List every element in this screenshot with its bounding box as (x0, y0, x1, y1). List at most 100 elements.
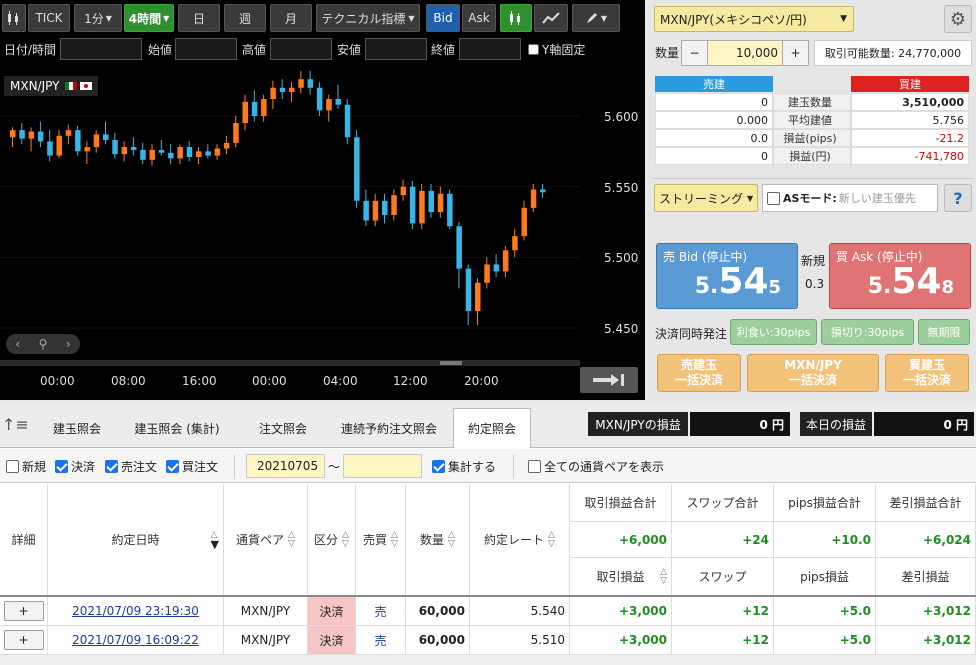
ask-button[interactable]: 買 Ask (停止中) 5.548 (829, 243, 971, 309)
sell-bulk-settle-button[interactable]: 売建玉 一括決済 (657, 354, 741, 392)
filter-buy-order[interactable]: 買注文 (166, 458, 218, 475)
sort-icon[interactable]: △ ▽ (448, 530, 455, 549)
filter-buy-order-checkbox[interactable] (166, 460, 179, 473)
col-pair[interactable]: 通貨ペア △ ▽ (224, 484, 308, 596)
line-chart-icon[interactable] (534, 4, 568, 32)
interval-1m-button[interactable]: 1分 ▼ (74, 4, 122, 32)
time-tick: 20:00 (464, 374, 499, 388)
sort-icon[interactable]: △ ▽ (342, 530, 349, 549)
help-icon[interactable]: ? (944, 184, 972, 212)
interval-month-button[interactable]: 月 (270, 4, 312, 32)
col-net: 差引損益 (876, 558, 976, 596)
candle (130, 137, 137, 156)
close-field[interactable] (459, 38, 521, 60)
execution-datetime-link[interactable]: 2021/07/09 23:19:30 (48, 597, 224, 626)
sort-icon[interactable]: △ ▼ (211, 530, 219, 550)
stop-loss-button[interactable]: 損切り:30pips (821, 319, 914, 345)
tab-positions-summary[interactable]: 建玉照会 (集計) (118, 409, 236, 447)
col-trade-pl[interactable]: 取引損益 △ ▽ (570, 558, 672, 596)
filter-new[interactable]: 新規 (6, 458, 46, 475)
open-field[interactable] (175, 38, 237, 60)
expand-button[interactable]: + (3, 630, 44, 650)
side-cell: 売 (356, 597, 406, 626)
qty-input[interactable]: 10,000 (708, 41, 782, 65)
sort-icon[interactable]: △ ▽ (548, 530, 555, 549)
candle (428, 183, 434, 218)
ask-toggle[interactable]: Ask (462, 4, 496, 32)
datetime-field[interactable] (60, 38, 142, 60)
interval-week-button[interactable]: 週 (224, 4, 266, 32)
filter-new-label: 新規 (22, 460, 47, 474)
all-pairs-toggle[interactable]: 全ての通貨ペアを表示 (528, 458, 664, 475)
yaxis-fix-checkbox[interactable]: Y軸固定 (528, 37, 585, 61)
zoom-search-icon[interactable]: ⚲ (39, 337, 48, 351)
aggregate-toggle[interactable]: 集計する (432, 458, 496, 475)
buy-bulk-settle-button[interactable]: 買建玉 一括決済 (885, 354, 969, 392)
date-range-separator: 〜 (328, 460, 341, 474)
candle-chart-icon[interactable] (500, 4, 532, 32)
scrollbar-thumb[interactable] (440, 361, 462, 365)
sort-icon[interactable]: △ ▽ (288, 530, 295, 549)
col-datetime[interactable]: 約定日時 △ ▼ (48, 484, 224, 596)
technical-indicator-select[interactable]: テクニカル指標 ▼ (316, 4, 420, 32)
symbol-select[interactable]: MXN/JPY(メキシコペソ/円) ▼ (654, 6, 854, 32)
high-field[interactable] (270, 38, 332, 60)
filter-sell-order[interactable]: 売注文 (105, 458, 157, 475)
bid-button[interactable]: 売 Bid (停止中) 5.545 (656, 243, 798, 309)
all-pairs-label: 全ての通貨ペアを表示 (544, 460, 665, 474)
qty-plus-button[interactable]: + (782, 41, 808, 65)
sort-icon[interactable]: △ ▽ (391, 530, 398, 549)
filter-sell-order-checkbox[interactable] (105, 460, 118, 473)
interval-4h-button[interactable]: 4時間 ▼ (124, 4, 174, 32)
sell-value: 0 (655, 147, 773, 165)
tab-positions[interactable]: 建玉照会 (40, 409, 114, 447)
latest-jump-button[interactable] (580, 367, 638, 393)
chart-scrollbar[interactable] (0, 360, 580, 366)
pair-bulk-settle-button[interactable]: MXN/JPY 一括決済 (747, 354, 879, 392)
candlestick-icon[interactable] (2, 4, 26, 32)
take-profit-button[interactable]: 利食い:30pips (730, 319, 817, 345)
low-field[interactable] (365, 38, 427, 60)
candle (475, 278, 481, 326)
price-tick: 5.500 (604, 251, 639, 265)
col-kind[interactable]: 区分 △ ▽ (308, 484, 356, 596)
tick-button[interactable]: TICK (28, 4, 70, 32)
gear-icon[interactable]: ⚙ (944, 5, 972, 33)
sort-list-icon[interactable]: ↑≡ (2, 415, 29, 434)
col-side[interactable]: 売買 △ ▽ (356, 484, 406, 596)
col-swap-total-label: スワップ合計 (686, 496, 759, 510)
col-trade-pl-total: 取引損益合計 (570, 484, 672, 522)
date-to-input[interactable] (343, 454, 422, 478)
row-label: 平均建値 (773, 111, 851, 129)
net-cell: +3,012 (876, 626, 976, 655)
all-pairs-checkbox[interactable] (528, 460, 541, 473)
pair-pl-value: 0 円 (690, 412, 790, 436)
col-qty[interactable]: 数量 △ ▽ (406, 484, 470, 596)
filter-new-checkbox[interactable] (6, 460, 19, 473)
chevron-down-icon: ▼ (408, 13, 415, 23)
yaxis-fix-box[interactable] (528, 43, 539, 55)
execution-datetime-link[interactable]: 2021/07/09 16:09:22 (48, 626, 224, 655)
unlimited-button[interactable]: 無期限 (918, 319, 970, 345)
draw-tool-icon[interactable]: ▼ (572, 4, 620, 32)
tab-orders[interactable]: 注文照会 (240, 409, 326, 447)
scroll-right-icon[interactable]: › (66, 337, 71, 351)
aggregate-checkbox[interactable] (432, 460, 445, 473)
bid-toggle[interactable]: Bid (426, 4, 460, 32)
tab-continuous-orders[interactable]: 連続予約注文照会 (330, 409, 448, 447)
filter-settle-checkbox[interactable] (55, 460, 68, 473)
filter-settle[interactable]: 決済 (55, 458, 95, 475)
interval-day-button[interactable]: 日 (178, 4, 220, 32)
tab-executions[interactable]: 約定照会 (453, 408, 531, 448)
scroll-left-icon[interactable]: ‹ (15, 337, 20, 351)
qty-minus-button[interactable]: − (682, 41, 708, 65)
pair-bulk-line2: 一括決済 (788, 373, 837, 387)
as-mode-field[interactable]: ASモード: 新しい建玉優先 (762, 184, 938, 212)
as-mode-checkbox[interactable] (767, 191, 780, 205)
candle (335, 84, 341, 109)
sort-icon[interactable]: △ ▽ (660, 567, 667, 586)
col-rate[interactable]: 約定レート △ ▽ (470, 484, 570, 596)
date-from-input[interactable]: 20210705 (246, 454, 325, 478)
streaming-select[interactable]: ストリーミング ▼ (654, 184, 758, 212)
expand-button[interactable]: + (3, 601, 44, 621)
